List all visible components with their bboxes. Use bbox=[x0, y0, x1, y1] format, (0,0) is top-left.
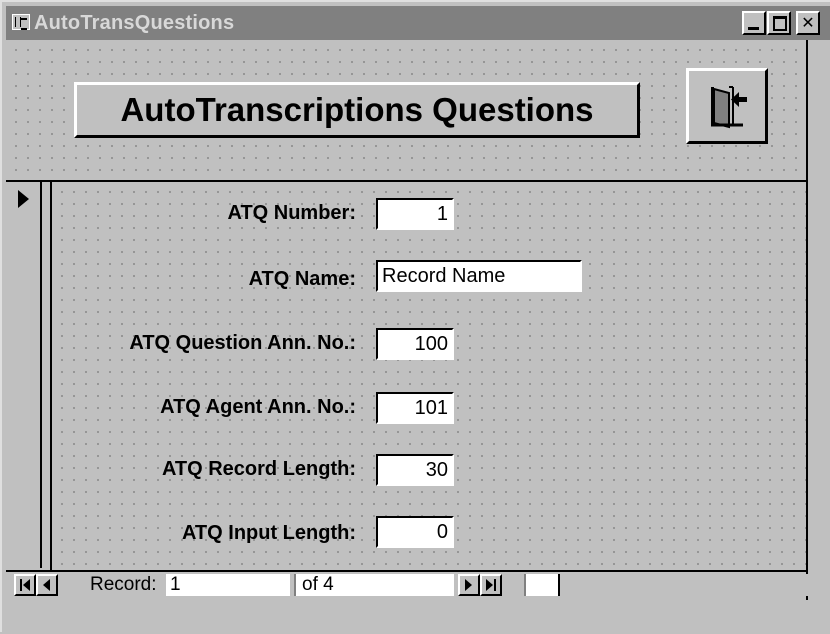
input-atq-record-length[interactable]: 30 bbox=[376, 454, 454, 486]
door-exit-icon bbox=[711, 86, 747, 129]
window-bottom-edge bbox=[6, 600, 830, 634]
form-window: AutoTransQuestions ✕ AutoTranscriptions … bbox=[0, 0, 830, 634]
previous-record-icon bbox=[43, 579, 50, 591]
input-atq-number[interactable]: 1 bbox=[376, 198, 454, 230]
last-record-button[interactable] bbox=[480, 574, 502, 596]
label-atq-input-length: ATQ Input Length: bbox=[181, 522, 356, 544]
previous-record-button[interactable] bbox=[36, 574, 58, 596]
form-icon[interactable] bbox=[12, 14, 30, 30]
next-record-icon bbox=[465, 579, 472, 591]
vertical-scroll-area[interactable] bbox=[808, 40, 830, 600]
record-selector[interactable] bbox=[6, 182, 52, 570]
exit-form-button[interactable] bbox=[686, 68, 768, 144]
record-selector-arrow-icon bbox=[18, 190, 29, 208]
first-record-icon bbox=[20, 579, 30, 591]
input-atq-input-length[interactable]: 0 bbox=[376, 516, 454, 548]
label-atq-agent-ann-no: ATQ Agent Ann. No.: bbox=[160, 396, 356, 418]
next-record-button[interactable] bbox=[458, 574, 480, 596]
record-navigation-bar: Record: 1 of 4 bbox=[6, 570, 808, 600]
label-atq-question-ann-no: ATQ Question Ann. No.: bbox=[129, 332, 356, 354]
input-atq-question-ann-no[interactable]: 100 bbox=[376, 328, 454, 360]
form-title-label: AutoTranscriptions Questions bbox=[74, 82, 640, 138]
record-selector-strip[interactable] bbox=[6, 182, 42, 568]
form-detail: ATQ Number: 1 ATQ Name: Record Name ATQ … bbox=[52, 182, 806, 570]
horizontal-scroll-area[interactable] bbox=[558, 574, 808, 596]
current-record-field[interactable]: 1 bbox=[166, 574, 290, 596]
input-atq-agent-ann-no[interactable]: 101 bbox=[376, 392, 454, 424]
input-atq-name[interactable]: Record Name bbox=[376, 260, 582, 292]
maximize-button[interactable] bbox=[767, 11, 791, 35]
label-atq-record-length: ATQ Record Length: bbox=[161, 458, 356, 480]
first-record-button[interactable] bbox=[14, 574, 36, 596]
form-header: AutoTranscriptions Questions bbox=[6, 40, 806, 180]
window-title: AutoTransQuestions bbox=[34, 12, 235, 34]
last-record-icon bbox=[486, 579, 496, 591]
record-count: of 4 bbox=[294, 574, 454, 596]
label-atq-name: ATQ Name: bbox=[248, 268, 356, 290]
label-atq-number: ATQ Number: bbox=[227, 202, 356, 224]
minimize-button[interactable] bbox=[742, 11, 766, 35]
close-button[interactable]: ✕ bbox=[796, 11, 820, 35]
title-bar[interactable]: AutoTransQuestions ✕ bbox=[6, 6, 830, 40]
new-record-slot[interactable] bbox=[524, 574, 558, 596]
record-label: Record: bbox=[90, 574, 157, 595]
